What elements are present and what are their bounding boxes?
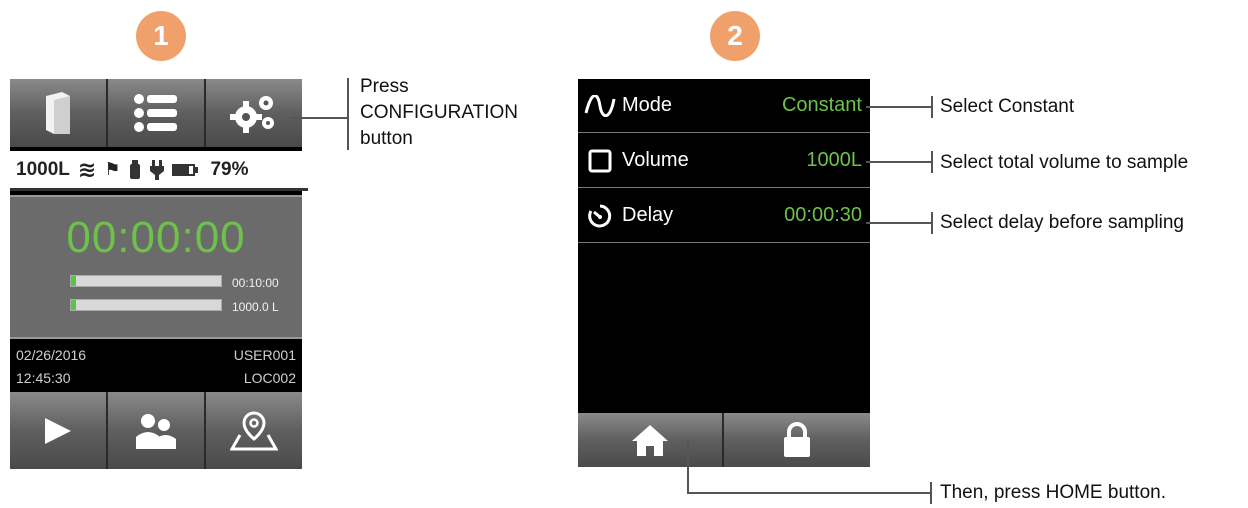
- location-button[interactable]: [206, 392, 302, 469]
- list-button[interactable]: [108, 79, 206, 147]
- callout-line: [687, 492, 931, 494]
- start-button[interactable]: [10, 392, 108, 469]
- info-row-bottom: 12:45:30 LOC002: [16, 370, 296, 386]
- users-icon: [136, 413, 176, 449]
- config-row-value: 1000L: [806, 149, 862, 171]
- map-pin-icon: [230, 410, 278, 450]
- status-bar: 1000L ≋ ⚑ 79%: [10, 151, 308, 191]
- config-row-delay[interactable]: Delay 00:00:30: [578, 189, 870, 243]
- elapsed-timer: 00:00:00: [66, 213, 246, 262]
- callout-press-config: Press CONFIGURATION button: [360, 76, 518, 149]
- list-icon: [134, 94, 177, 132]
- time-progress-bar: [70, 275, 222, 287]
- device-screen-main: 1000L ≋ ⚑ 79% 00:00:00 00:10:00 1000.0 L…: [10, 79, 308, 469]
- play-icon: [45, 417, 71, 444]
- home-button[interactable]: [578, 413, 724, 467]
- user-text: USER001: [233, 347, 296, 363]
- device-screen-configuration: Mode Constant Volume 1000L Delay 00:00:3…: [578, 79, 870, 467]
- callout-press-home: Then, press HOME button.: [940, 482, 1166, 503]
- stopwatch-icon: [578, 203, 622, 229]
- lock-icon: [784, 422, 810, 457]
- lock-button[interactable]: [724, 413, 870, 467]
- status-volume: 1000L: [16, 158, 70, 180]
- config-row-value: 00:00:30: [784, 204, 862, 226]
- battery-icon: [172, 163, 199, 176]
- airflow-icon: ≋: [77, 156, 97, 182]
- time-text: 12:45:30: [16, 370, 71, 386]
- callout-line: [866, 106, 932, 108]
- callout-select-delay: Select delay before sampling: [940, 212, 1184, 233]
- callout-line: [931, 96, 933, 118]
- volume-progress-label: 1000.0 L: [232, 300, 279, 314]
- config-row-label: Volume: [622, 149, 689, 171]
- config-row-value: Constant: [781, 94, 862, 116]
- volume-progress-bar: [70, 299, 222, 311]
- manual-button[interactable]: [10, 79, 108, 147]
- info-row-top: 02/26/2016 USER001: [16, 347, 296, 363]
- timer-panel: 00:00:00 00:10:00 1000.0 L: [10, 195, 302, 339]
- time-progress-fill: [71, 276, 76, 286]
- callout-line: [931, 151, 933, 173]
- book-icon: [46, 92, 70, 134]
- callout-line: [930, 482, 932, 504]
- config-row-volume[interactable]: Volume 1000L: [578, 134, 870, 188]
- configuration-button[interactable]: [206, 79, 302, 147]
- flag-icon: ⚑: [104, 159, 121, 179]
- battery-percent: 79%: [210, 158, 249, 180]
- callout-line: [931, 212, 933, 234]
- location-text: LOC002: [243, 370, 296, 386]
- callout-line: [347, 78, 349, 150]
- callout-line: [687, 440, 689, 494]
- usb-icon: [130, 159, 141, 179]
- config-row-label: Mode: [622, 94, 673, 116]
- callout-select-volume: Select total volume to sample: [940, 152, 1189, 173]
- config-row-mode[interactable]: Mode Constant: [578, 79, 870, 133]
- step-2-badge: 2: [710, 11, 760, 61]
- step-1-badge: 1: [136, 11, 186, 61]
- plug-icon: [150, 159, 165, 180]
- home-icon: [632, 425, 668, 456]
- volume-progress-fill: [71, 300, 76, 310]
- gears-icon: [230, 96, 274, 133]
- users-button[interactable]: [108, 392, 206, 469]
- callout-line: [866, 222, 932, 224]
- time-progress-label: 00:10:00: [232, 276, 279, 290]
- callout-select-constant: Select Constant: [940, 96, 1075, 117]
- wave-icon: [578, 94, 622, 117]
- date-text: 02/26/2016: [16, 347, 87, 363]
- callout-line: [866, 161, 932, 163]
- callout-line: [290, 117, 348, 119]
- square-icon: [578, 149, 622, 173]
- config-row-label: Delay: [622, 204, 674, 226]
